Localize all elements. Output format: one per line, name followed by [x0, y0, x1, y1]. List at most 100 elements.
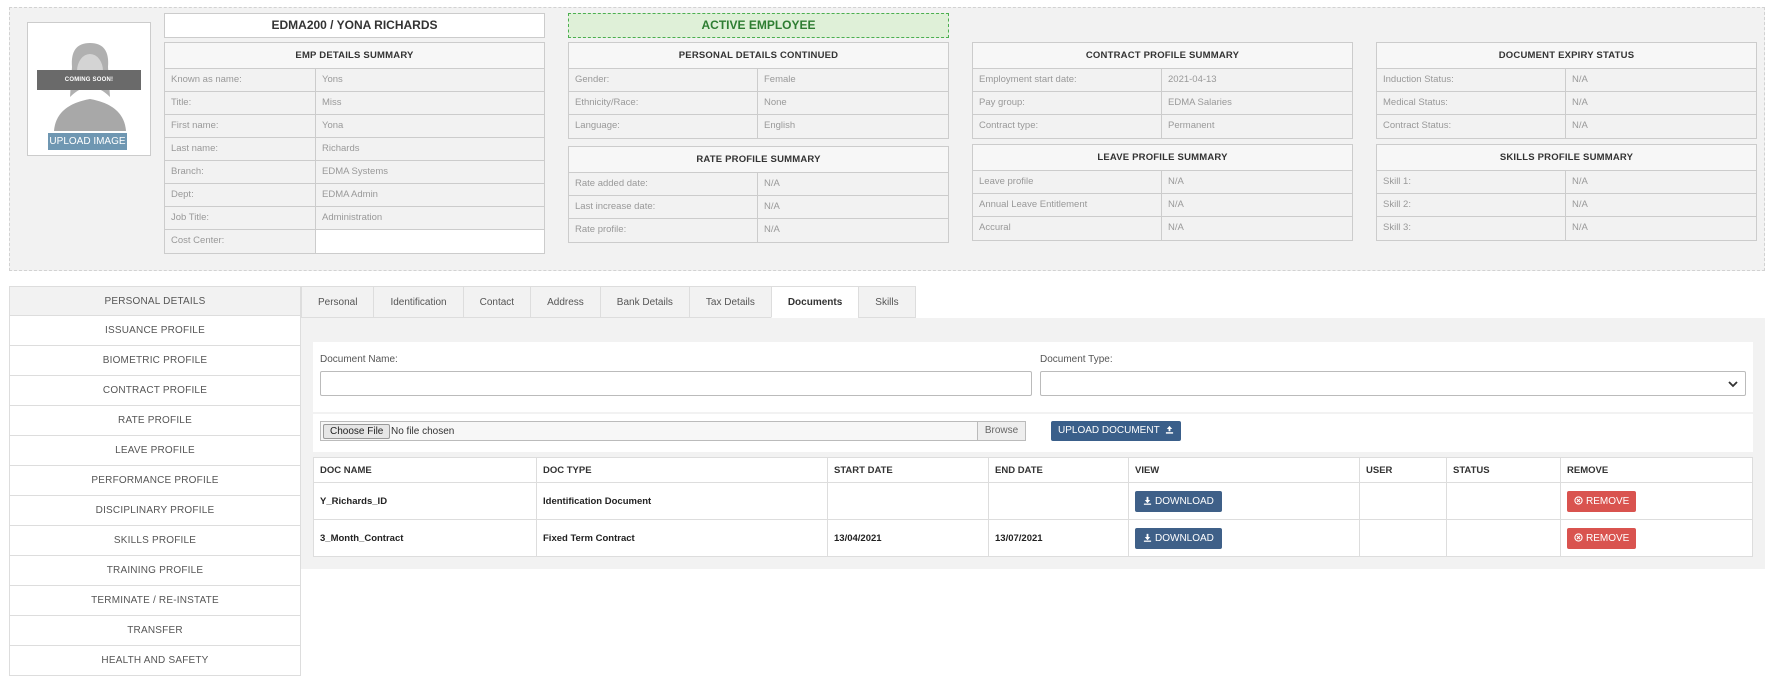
- tab-tax-details[interactable]: Tax Details: [688, 286, 771, 318]
- sidebar-item-issuance-profile[interactable]: ISSUANCE PROFILE: [9, 316, 301, 346]
- sidebar-item-transfer[interactable]: TRANSFER: [9, 616, 301, 646]
- sidebar-item-training-profile[interactable]: TRAINING PROFILE: [9, 556, 301, 586]
- tab-documents[interactable]: Documents: [770, 286, 859, 318]
- table-row: Y_Richards_ID Identification Document DO…: [313, 482, 1753, 520]
- document-name-input[interactable]: [320, 371, 1032, 396]
- summary-row: Cost Center:: [165, 230, 544, 253]
- row-label: Contract type:: [973, 115, 1162, 138]
- document-type-label: Document Type:: [1040, 354, 1113, 365]
- row-value: N/A: [764, 201, 780, 212]
- column-header-view: VIEW: [1128, 457, 1360, 483]
- row-value: Permanent: [1168, 120, 1215, 131]
- view-cell: DOWNLOAD: [1128, 482, 1360, 520]
- sidebar-item-biometric-profile[interactable]: BIOMETRIC PROFILE: [9, 346, 301, 376]
- row-value: EDMA Admin: [322, 189, 378, 200]
- document-type-select[interactable]: [1040, 371, 1746, 396]
- column-header-doc-type: DOC TYPE: [536, 457, 828, 483]
- summary-row: Leave profile N/A: [973, 171, 1352, 194]
- upload-image-button[interactable]: UPLOAD IMAGE: [48, 133, 127, 150]
- status-cell: [1446, 482, 1561, 520]
- row-label: Induction Status:: [1377, 69, 1566, 91]
- remove-label: REMOVE: [1586, 495, 1630, 507]
- choose-file-button[interactable]: Choose File: [323, 424, 391, 439]
- sidebar-item-health-and-safety[interactable]: HEALTH AND SAFETY: [9, 646, 301, 676]
- row-value: N/A: [1572, 97, 1588, 108]
- remove-circle-icon: [1574, 495, 1583, 505]
- sidebar-item-disciplinary-profile[interactable]: DISCIPLINARY PROFILE: [9, 496, 301, 526]
- browse-button[interactable]: Browse: [977, 422, 1025, 440]
- main-panel: Personal Identification Contact Address …: [301, 286, 1765, 569]
- download-button[interactable]: DOWNLOAD: [1135, 527, 1222, 549]
- status-cell: [1446, 519, 1561, 557]
- summary-row: Skill 3: N/A: [1377, 217, 1756, 240]
- column-header-remove: REMOVE: [1560, 457, 1753, 483]
- row-label: Language:: [569, 115, 758, 138]
- emp-details-summary: EMP DETAILS SUMMARY Known as name: Yons T…: [164, 42, 545, 254]
- row-label: Gender:: [569, 69, 758, 91]
- sidebar-item-skills-profile[interactable]: SKILLS PROFILE: [9, 526, 301, 556]
- coming-soon-overlay: COMING SOON!: [37, 70, 141, 90]
- documents-panel: Document Name: Document Type: Choose Fil…: [301, 318, 1765, 569]
- row-value: Yons: [322, 74, 343, 85]
- profile-sidebar: PERSONAL DETAILS ISSUANCE PROFILE BIOMET…: [9, 286, 301, 676]
- row-value: Administration: [322, 212, 383, 223]
- summary-title: PERSONAL DETAILS CONTINUED: [569, 43, 948, 69]
- row-value: EDMA Systems: [322, 166, 388, 177]
- summary-row: Contract type: Permanent: [973, 115, 1352, 138]
- remove-cell: REMOVE: [1560, 482, 1753, 520]
- file-input[interactable]: Choose File No file chosen Browse: [320, 421, 1026, 441]
- row-value: 2021-04-13: [1168, 74, 1217, 85]
- summary-title: LEAVE PROFILE SUMMARY: [973, 145, 1352, 171]
- doc-type-cell: Identification Document: [536, 482, 828, 520]
- start-date-cell: [827, 482, 989, 520]
- summary-title: EMP DETAILS SUMMARY: [165, 43, 544, 69]
- summary-row: Branch: EDMA Systems: [165, 161, 544, 184]
- remove-button[interactable]: REMOVE: [1567, 527, 1637, 549]
- employee-name-header: EDMA200 / YONA RICHARDS: [164, 13, 545, 38]
- row-label: Last increase date:: [569, 196, 758, 218]
- row-label: Ethnicity/Race:: [569, 92, 758, 114]
- row-label: Annual Leave Entitlement: [973, 194, 1162, 216]
- row-label: Cost Center:: [165, 230, 316, 253]
- tab-skills[interactable]: Skills: [858, 286, 916, 318]
- sidebar-item-personal-details[interactable]: PERSONAL DETAILS: [9, 286, 301, 316]
- summary-title: RATE PROFILE SUMMARY: [569, 147, 948, 173]
- sidebar-item-contract-profile[interactable]: CONTRACT PROFILE: [9, 376, 301, 406]
- sidebar-item-performance-profile[interactable]: PERFORMANCE PROFILE: [9, 466, 301, 496]
- summary-row: Pay group: EDMA Salaries: [973, 92, 1352, 115]
- row-label: Rate profile:: [569, 219, 758, 242]
- summary-row: Known as name: Yons: [165, 69, 544, 92]
- summary-row: Rate profile: N/A: [569, 219, 948, 242]
- table-row: 3_Month_Contract Fixed Term Contract 13/…: [313, 519, 1753, 557]
- summary-row: Gender: Female: [569, 69, 948, 92]
- doc-name-cell: 3_Month_Contract: [313, 519, 537, 557]
- tab-personal[interactable]: Personal: [301, 286, 374, 318]
- column-header-status: STATUS: [1446, 457, 1561, 483]
- download-button[interactable]: DOWNLOAD: [1135, 490, 1222, 512]
- sidebar-item-rate-profile[interactable]: RATE PROFILE: [9, 406, 301, 436]
- row-label: Accural: [973, 217, 1162, 240]
- sidebar-item-terminate-reinstate[interactable]: TERMINATE / RE-INSTATE: [9, 586, 301, 616]
- upload-document-button[interactable]: UPLOAD DOCUMENT: [1051, 421, 1182, 441]
- row-value: N/A: [1572, 222, 1588, 233]
- row-value: N/A: [1168, 222, 1184, 233]
- summary-row: Contract Status: N/A: [1377, 115, 1756, 138]
- sidebar-item-leave-profile[interactable]: LEAVE PROFILE: [9, 436, 301, 466]
- summary-title: DOCUMENT EXPIRY STATUS: [1377, 43, 1756, 69]
- row-value: N/A: [764, 178, 780, 189]
- row-value: Yona: [322, 120, 344, 131]
- tab-identification[interactable]: Identification: [373, 286, 463, 318]
- summary-row: First name: Yona: [165, 115, 544, 138]
- remove-circle-icon: [1574, 532, 1583, 542]
- tab-contact[interactable]: Contact: [462, 286, 531, 318]
- row-value: Richards: [322, 143, 360, 154]
- column-header-doc-name: DOC NAME: [313, 457, 537, 483]
- remove-button[interactable]: REMOVE: [1567, 490, 1637, 512]
- tab-bank-details[interactable]: Bank Details: [599, 286, 689, 318]
- row-value: EDMA Salaries: [1168, 97, 1232, 108]
- row-value: English: [764, 120, 796, 131]
- download-icon: [1143, 533, 1152, 542]
- download-label: DOWNLOAD: [1155, 495, 1214, 507]
- documents-table: DOC NAME DOC TYPE START DATE END DATE VI…: [313, 457, 1753, 557]
- tab-address[interactable]: Address: [530, 286, 600, 318]
